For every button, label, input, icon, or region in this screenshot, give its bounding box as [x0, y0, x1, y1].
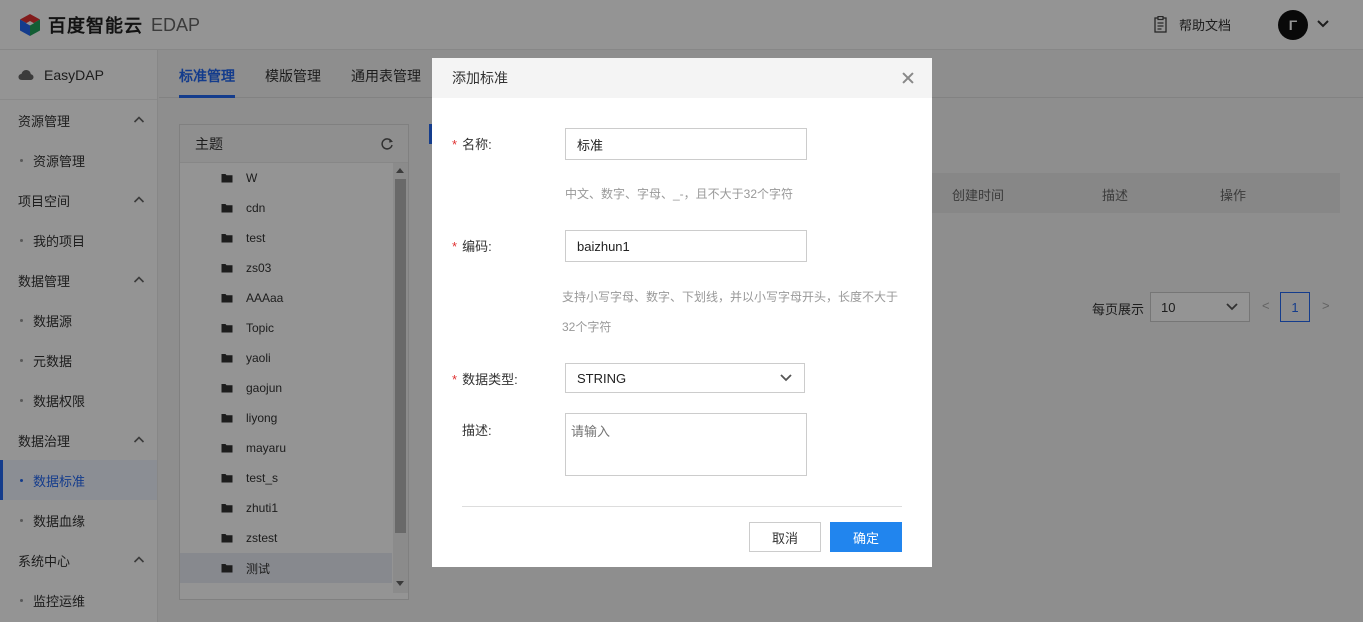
- code-label-text: 编码:: [462, 239, 492, 254]
- data-type-value: STRING: [577, 370, 627, 386]
- code-input[interactable]: baizhun1: [565, 230, 807, 262]
- code-label: * 编码:: [452, 236, 492, 255]
- chevron-down-icon: [780, 374, 792, 382]
- dialog-header: 添加标准: [432, 58, 932, 98]
- required-asterisk: *: [452, 372, 458, 387]
- dialog-divider: [462, 506, 902, 507]
- data-type-label: * 数据类型:: [452, 369, 518, 388]
- description-label: 描述:: [462, 423, 492, 438]
- data-type-label-text: 数据类型:: [462, 372, 518, 387]
- code-hint: 支持小写字母、数字、下划线，并以小写字母开头，长度不大于 32个字符: [562, 282, 907, 342]
- name-input[interactable]: 标准: [565, 128, 807, 160]
- name-hint: 中文、数字、字母、_-，且不大于32个字符: [565, 187, 794, 201]
- required-asterisk: *: [452, 239, 458, 254]
- name-label: * 名称:: [452, 134, 492, 153]
- name-label-text: 名称:: [462, 137, 492, 152]
- data-type-select[interactable]: STRING: [565, 363, 805, 393]
- description-textarea[interactable]: [565, 413, 807, 476]
- confirm-button[interactable]: 确定: [830, 522, 902, 552]
- cancel-button[interactable]: 取消: [749, 522, 821, 552]
- close-icon[interactable]: [902, 72, 914, 84]
- dialog-title: 添加标准: [452, 70, 508, 86]
- required-asterisk: *: [452, 137, 458, 152]
- code-hint-line1: 支持小写字母、数字、下划线，并以小写字母开头，长度不大于: [562, 290, 899, 304]
- code-hint-line2: 32个字符: [562, 320, 612, 334]
- add-standard-dialog: 添加标准 * 名称: 标准 中文、数字、字母、_-，且不大于32个字符 * 编码: …: [432, 58, 932, 567]
